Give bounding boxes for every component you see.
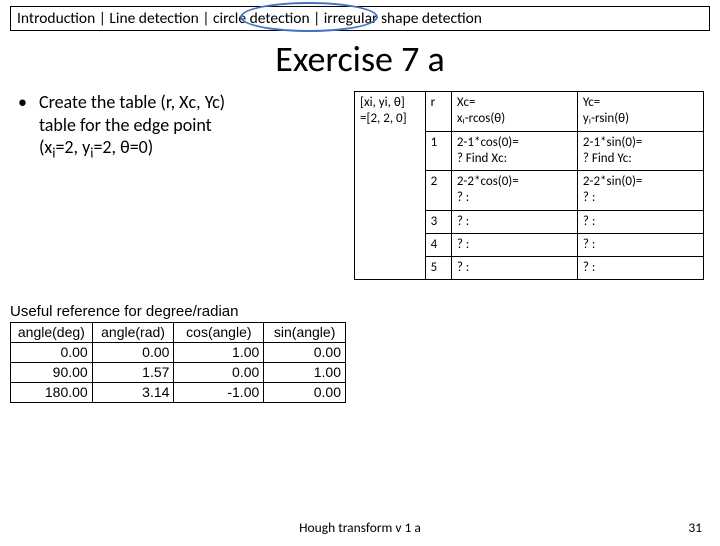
breadcrumb-container: Introduction | Line detection | circle d… — [10, 6, 710, 31]
bullet-block: • Create the table (r, Xc, Yc) table for… — [14, 91, 344, 280]
bullet-line3: (xi=2, yi=2, θ=0) — [39, 136, 225, 162]
bullet-line2: table for the edge point — [39, 114, 225, 137]
table-row: [xi, yi, θ] =[2, 2, 0] r Xc= xᵢ-rcos(θ) … — [355, 92, 704, 132]
page-title: Exercise 7 a — [0, 37, 720, 81]
xc-header: Xc= xᵢ-rcos(θ) — [451, 92, 577, 132]
bullet-text: Create the table (r, Xc, Yc) table for t… — [39, 91, 225, 162]
r-header: r — [425, 92, 451, 132]
page-number: 31 — [688, 519, 702, 536]
table-row: angle(deg) angle(rad) cos(angle) sin(ang… — [11, 322, 346, 342]
reference-caption: Useful reference for degree/radian — [10, 304, 346, 321]
ref-h-deg: angle(deg) — [11, 322, 93, 342]
calc-table: [xi, yi, θ] =[2, 2, 0] r Xc= xᵢ-rcos(θ) … — [354, 91, 704, 280]
yc-header: Yc= yᵢ-rsin(θ) — [577, 92, 703, 132]
bullet-line1: Create the table (r, Xc, Yc) — [39, 91, 225, 114]
ref-h-cos: cos(angle) — [174, 322, 264, 342]
ref-h-sin: sin(angle) — [264, 322, 346, 342]
table-row: 180.00 3.14 -1.00 0.00 — [11, 382, 346, 402]
reference-table: angle(deg) angle(rad) cos(angle) sin(ang… — [10, 322, 346, 403]
footer-text: Hough transform v 1 a — [0, 519, 720, 536]
ref-h-rad: angle(rad) — [92, 322, 174, 342]
edge-point-cell: [xi, yi, θ] =[2, 2, 0] — [355, 92, 426, 280]
content-row: • Create the table (r, Xc, Yc) table for… — [0, 91, 720, 280]
breadcrumb: Introduction | Line detection | circle d… — [10, 6, 710, 31]
bullet-dot: • — [14, 91, 27, 162]
table-row: 90.00 1.57 0.00 1.00 — [11, 362, 346, 382]
calc-table-container: [xi, yi, θ] =[2, 2, 0] r Xc= xᵢ-rcos(θ) … — [354, 91, 706, 280]
table-row: 0.00 0.00 1.00 0.00 — [11, 342, 346, 362]
reference-block: Useful reference for degree/radian angle… — [10, 304, 346, 403]
